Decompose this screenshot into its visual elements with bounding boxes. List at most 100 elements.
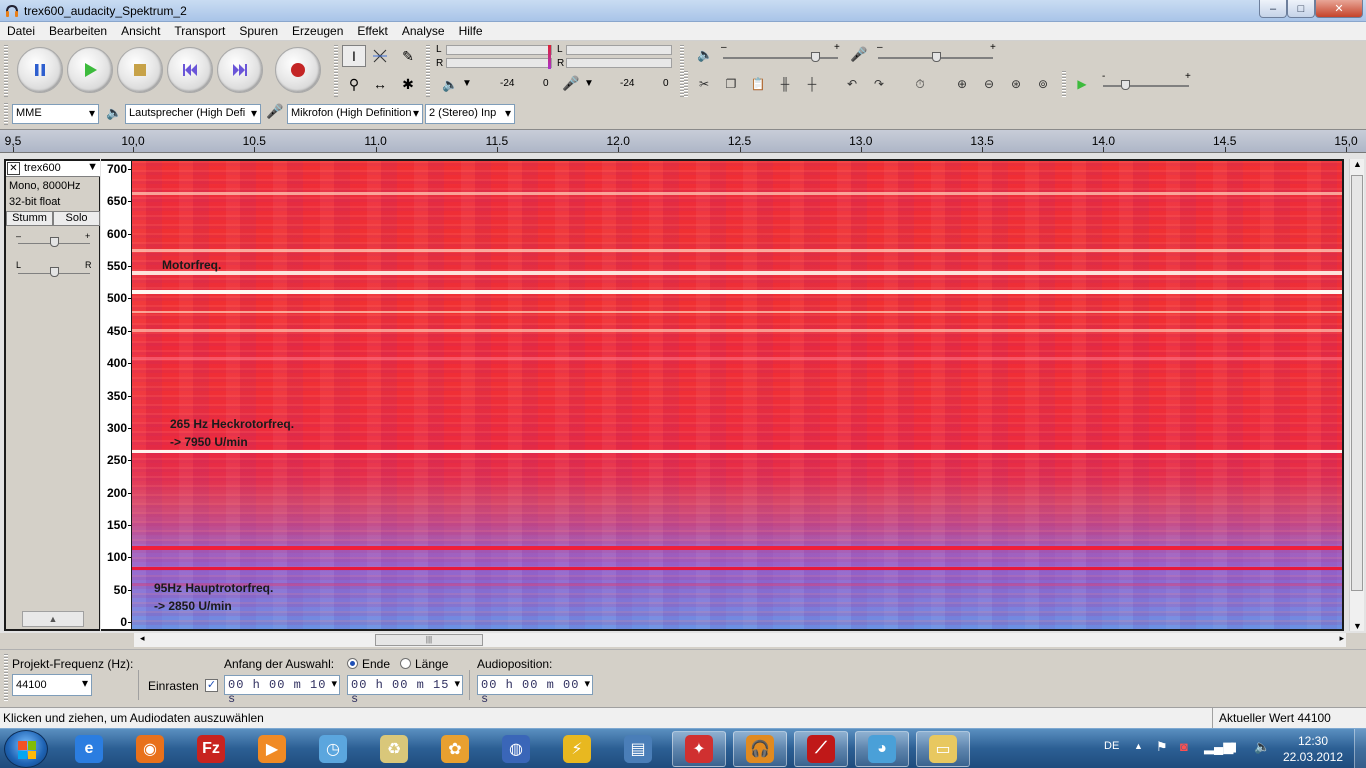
taskbar-app-clock[interactable]: ◷ <box>306 731 360 767</box>
copy-button[interactable]: ❐ <box>719 73 743 95</box>
scroll-up-icon[interactable]: ▲ <box>1353 159 1362 169</box>
skip-end-button[interactable] <box>217 47 263 93</box>
snap-checkbox[interactable]: ✓ <box>205 679 218 692</box>
taskbar-app-explorer[interactable]: ▭ <box>916 731 970 767</box>
menu-spuren[interactable]: Spuren <box>232 24 285 38</box>
cut-button[interactable]: ✂ <box>692 73 716 95</box>
timeshift-tool[interactable]: ↔ <box>368 73 392 95</box>
taskbar-app-internet-explorer[interactable]: e <box>62 731 116 767</box>
horizontal-scrollbar[interactable]: ◂ ||| ▸ <box>134 633 1346 647</box>
timeline-ruler[interactable]: 9,5 10,0 10.5 11.0 11.5 12.0 12.5 13.0 13.5 14.0 1… <box>0 129 1366 153</box>
fit-selection-button[interactable]: ⊛ <box>1004 73 1028 95</box>
zoom-tool[interactable]: ⚲ <box>342 73 366 95</box>
maximize-button[interactable]: □ <box>1287 0 1315 18</box>
stop-button[interactable] <box>117 47 163 93</box>
chevron-down-icon[interactable]: ▼ <box>584 78 594 89</box>
silence-button[interactable]: ┼ <box>800 73 824 95</box>
project-rate-select[interactable]: 44100 <box>12 674 92 696</box>
skip-start-button[interactable] <box>167 47 213 93</box>
horizontal-scroll-thumb[interactable]: ||| <box>375 634 483 646</box>
output-device-select[interactable]: Lautsprecher (High Defi <box>125 104 261 124</box>
scroll-down-icon[interactable]: ▼ <box>1353 621 1362 631</box>
taskbar-app-audacity[interactable]: 🎧 <box>733 731 787 767</box>
action-center-flag-icon[interactable]: ⚑ <box>1156 739 1168 768</box>
scroll-left-icon[interactable]: ◂ <box>140 633 145 644</box>
show-desktop-button[interactable] <box>1354 729 1366 768</box>
length-radio[interactable] <box>400 658 411 669</box>
taskbar-app-filezilla[interactable]: Fz <box>184 731 238 767</box>
playback-meter-right[interactable] <box>446 58 552 68</box>
taskbar-app-firefox[interactable]: ◉ <box>123 731 177 767</box>
gain-slider-thumb[interactable] <box>50 237 59 247</box>
network-icon[interactable]: ▂▄▆ <box>1204 739 1233 768</box>
output-volume-slider[interactable] <box>723 57 838 59</box>
redo-button[interactable]: ↷ <box>867 73 891 95</box>
draw-tool[interactable]: ✎ <box>396 45 420 67</box>
track-menu-dropdown[interactable]: ▼ <box>87 161 98 173</box>
input-channels-select[interactable]: 2 (Stereo) Inp <box>425 104 515 124</box>
taskbar-app-paint[interactable]: ◕ <box>855 731 909 767</box>
taskbar-app-tools[interactable]: ⚡ <box>550 731 604 767</box>
pan-slider-thumb[interactable] <box>50 267 59 277</box>
trim-button[interactable]: ╫ <box>773 73 797 95</box>
selection-tool[interactable]: I <box>342 45 366 67</box>
solo-button[interactable]: Solo <box>53 211 100 226</box>
envelope-tool[interactable] <box>368 45 392 67</box>
taskbar-app-lotus[interactable]: ✿ <box>428 731 482 767</box>
chevron-down-icon[interactable]: ▼ <box>462 78 472 89</box>
input-device-select[interactable]: Mikrofon (High Definition <box>287 104 423 124</box>
mute-button[interactable]: Stumm <box>6 211 53 226</box>
menu-datei[interactable]: Datei <box>0 24 42 38</box>
language-indicator[interactable]: DE <box>1104 740 1119 768</box>
host-select[interactable]: MME <box>12 104 99 124</box>
track-name[interactable]: trex600 <box>24 162 61 174</box>
menu-erzeugen[interactable]: Erzeugen <box>285 24 350 38</box>
taskbar-app-red-app[interactable]: ⟋ <box>794 731 848 767</box>
collapse-track-button[interactable]: ▲ <box>22 611 84 627</box>
scroll-right-icon[interactable]: ▸ <box>1339 633 1344 644</box>
close-button[interactable]: ✕ <box>1315 0 1363 18</box>
tray-expand-icon[interactable]: ▲ <box>1134 741 1143 768</box>
undo-button[interactable]: ↶ <box>840 73 864 95</box>
toolbar-grip[interactable] <box>684 71 688 97</box>
toolbar-grip[interactable] <box>1062 71 1066 97</box>
taskbar-app-media-player[interactable]: ▶ <box>245 731 299 767</box>
taskbar-app-flame-app[interactable]: ✦ <box>672 731 726 767</box>
track-close-button[interactable]: ✕ <box>7 162 20 175</box>
play-button[interactable] <box>67 47 113 93</box>
zoom-out-button[interactable]: ⊖ <box>977 73 1001 95</box>
frequency-scale[interactable]: 700 650 600 550 500 450 400 350 300 250 200 150 100 5… <box>101 159 132 631</box>
audio-position-field[interactable]: 00 h 00 m 00 s <box>477 675 593 706</box>
play-speed-thumb[interactable] <box>1120 80 1130 90</box>
pause-button[interactable] <box>17 47 63 93</box>
taskbar-app-window-app[interactable]: ▤ <box>611 731 665 767</box>
clock[interactable]: 12:30 22.03.2012 <box>1276 733 1350 765</box>
selection-end-field[interactable]: 00 h 00 m 15 s <box>347 675 463 706</box>
playback-meter-left[interactable] <box>446 45 552 55</box>
minimize-button[interactable]: – <box>1259 0 1287 18</box>
taskbar-app-recycle[interactable]: ♻ <box>367 731 421 767</box>
menu-bearbeiten[interactable]: Bearbeiten <box>42 24 114 38</box>
recording-meter-left[interactable] <box>566 45 672 55</box>
toolbar-grip[interactable] <box>426 45 430 97</box>
sync-lock-button[interactable]: ⏱ <box>908 73 932 95</box>
toolbar-grip[interactable] <box>4 45 8 97</box>
zoom-in-button[interactable]: ⊕ <box>950 73 974 95</box>
battery-icon[interactable]: ▮ <box>1230 739 1237 768</box>
menu-ansicht[interactable]: Ansicht <box>114 24 167 38</box>
paste-button[interactable]: 📋 <box>746 73 770 95</box>
toolbar-grip[interactable] <box>4 103 8 125</box>
toolbar-grip[interactable] <box>334 45 338 97</box>
taskbar-app-google-earth[interactable]: ◍ <box>489 731 543 767</box>
start-button[interactable] <box>4 730 48 768</box>
vertical-scroll-thumb[interactable] <box>1351 175 1363 591</box>
menu-effekt[interactable]: Effekt <box>350 24 394 38</box>
multi-tool[interactable]: ✱ <box>396 73 420 95</box>
menu-analyse[interactable]: Analyse <box>395 24 452 38</box>
play-speed-slider[interactable] <box>1103 85 1189 87</box>
volume-icon[interactable]: 🔈 <box>1254 739 1270 768</box>
antivirus-icon[interactable]: ◙ <box>1180 739 1188 768</box>
fit-project-button[interactable]: ⊚ <box>1031 73 1055 95</box>
toolbar-grip[interactable] <box>4 654 8 702</box>
record-button[interactable] <box>275 47 321 93</box>
